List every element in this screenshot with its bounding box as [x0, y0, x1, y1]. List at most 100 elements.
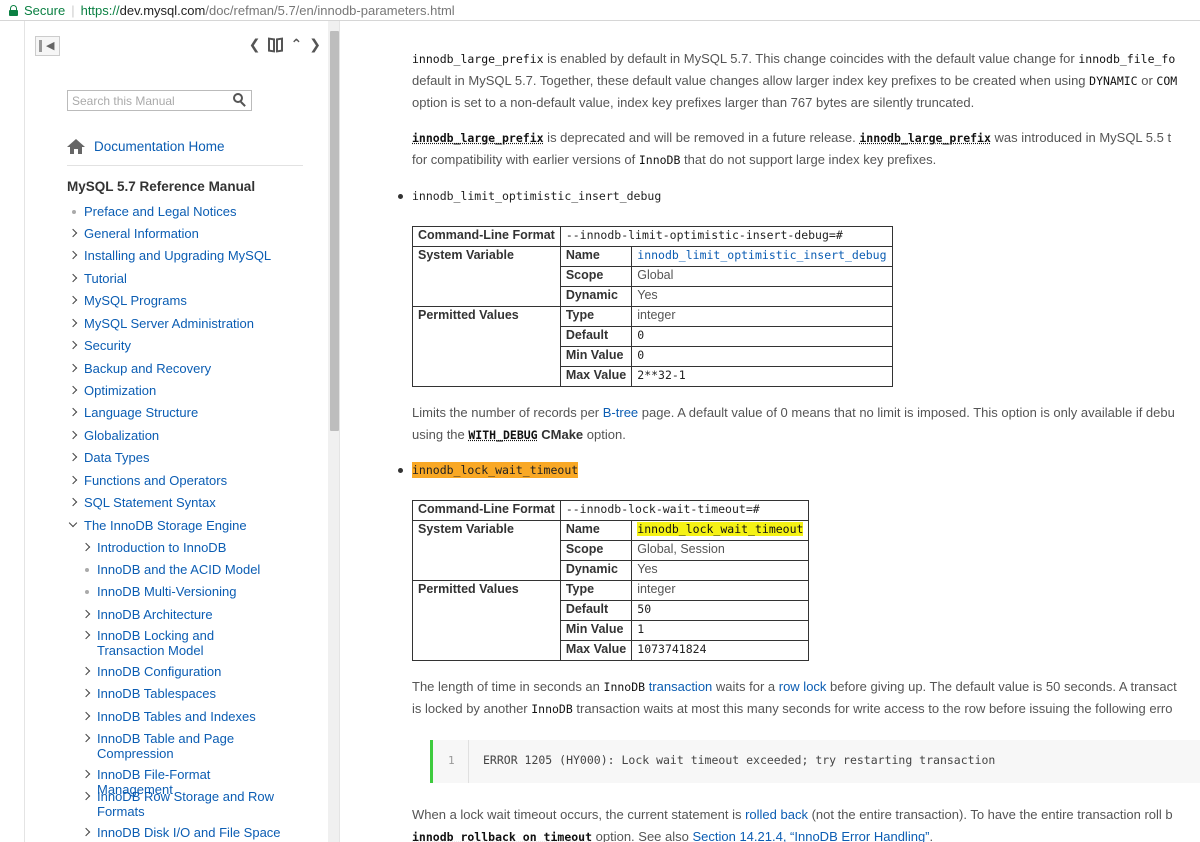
sidebar-item[interactable]: SQL Statement Syntax [68, 495, 319, 510]
paragraph-lock-wait-description: The length of time in seconds an InnoDB … [412, 676, 1200, 720]
table-cell: Permitted Values [412, 306, 561, 387]
table-cell: Dynamic [559, 286, 633, 307]
inline-code-link[interactable]: innodb_large_prefix [859, 131, 991, 145]
scrollbar-thumb[interactable] [330, 31, 339, 431]
sidebar-item[interactable]: Tutorial [68, 271, 319, 286]
text: waits for a [712, 679, 779, 694]
highlighted-text: innodb_lock_wait_timeout [412, 462, 579, 478]
nav-icons: ❮ ⌃ ❯ [249, 36, 321, 53]
sidebar-item[interactable]: InnoDB Configuration [69, 664, 319, 679]
home-icon [67, 139, 85, 154]
code-block: 1 ERROR 1205 (HY000): Lock wait timeout … [430, 740, 1200, 783]
sidebar-item[interactable]: InnoDB Table and Page Compression [69, 731, 319, 761]
rolled-back-link[interactable]: rolled back [745, 807, 808, 822]
table-cell: System Variable [412, 246, 561, 307]
prev-page-icon[interactable]: ❮ [249, 36, 261, 53]
sidebar-item-label: Preface and Legal Notices [84, 204, 237, 219]
secure-label: Secure [24, 2, 66, 18]
table-cell: Name [559, 520, 633, 541]
paragraph-large-prefix-deprecated: innodb_large_prefix is deprecated and wi… [412, 127, 1200, 171]
text: that do not support large index key pref… [680, 152, 937, 167]
text: option. [583, 427, 626, 442]
separator: | [71, 2, 75, 18]
sidebar-item[interactable]: General Information [68, 226, 319, 241]
table-cell: 0 [631, 346, 893, 367]
table-cell-link[interactable]: innodb_limit_optimistic_insert_debug [631, 246, 893, 267]
sidebar-item[interactable]: MySQL Programs [68, 293, 319, 308]
up-icon[interactable]: ⌃ [291, 36, 303, 53]
sidebar-item[interactable]: The InnoDB Storage Engine [68, 518, 319, 533]
sidebar-item[interactable]: InnoDB Multi-Versioning [69, 584, 319, 599]
inline-code-link[interactable]: innodb_rollback_on_timeout [412, 830, 592, 842]
inline-code: InnoDB [603, 680, 646, 694]
inline-code: innodb_large_prefix [412, 52, 544, 66]
main-content: innodb_large_prefix is enabled by defaul… [340, 21, 1200, 842]
sidebar-item[interactable]: Introduction to InnoDB [69, 540, 319, 555]
bullet [398, 468, 403, 473]
sidebar-item-label: Functions and Operators [84, 473, 228, 488]
sidebar-item[interactable]: Data Types [68, 450, 319, 465]
sidebar-item[interactable]: Optimization [68, 383, 319, 398]
table-cell-link[interactable]: innodb_lock_wait_timeout [631, 520, 810, 541]
sidebar-item[interactable]: Functions and Operators [68, 473, 319, 488]
documentation-home-label: Documentation Home [94, 139, 225, 154]
table-cell: 1073741824 [631, 640, 810, 661]
search-icon[interactable] [233, 93, 247, 107]
sidebar-item[interactable]: Security [68, 338, 319, 353]
table-cell: Global [631, 266, 893, 287]
sidebar-item[interactable]: Globalization [68, 428, 319, 443]
sidebar-item-label: MySQL Programs [84, 293, 187, 308]
table-cell: --innodb-lock-wait-timeout=# [559, 500, 810, 521]
sidebar-item[interactable]: Installing and Upgrading MySQL [68, 248, 319, 263]
table-cell: 2**32-1 [631, 366, 893, 387]
sidebar-item[interactable]: InnoDB Tablespaces [69, 686, 319, 701]
table-cell: Max Value [559, 640, 633, 661]
sidebar-scrollbar[interactable] [328, 21, 339, 842]
sidebar-item[interactable]: InnoDB and the ACID Model [69, 562, 319, 577]
sidebar-item-label: InnoDB Tables and Indexes [97, 709, 256, 724]
text: page. A default value of 0 means that no… [638, 405, 1175, 420]
table-cell: Default [559, 326, 633, 347]
sidebar-item[interactable]: InnoDB Row Storage and Row Formats [69, 789, 319, 819]
table-cell: 0 [631, 326, 893, 347]
sidebar-item-label: Backup and Recovery [84, 361, 212, 376]
transaction-link[interactable]: transaction [649, 679, 713, 694]
sidebar-item[interactable]: MySQL Server Administration [68, 316, 319, 331]
divider [67, 165, 303, 166]
gutter [468, 740, 469, 783]
documentation-home-link[interactable]: Documentation Home [67, 139, 225, 154]
table-cell: Permitted Values [412, 580, 561, 661]
lock-icon [9, 4, 18, 16]
error-handling-link[interactable]: Section 14.21.4, “InnoDB Error Handling” [692, 829, 929, 842]
inline-code: InnoDB [531, 702, 573, 716]
sidebar-item[interactable]: InnoDB Tables and Indexes [69, 709, 319, 724]
book-icon[interactable] [267, 37, 284, 52]
table-cell: 1 [631, 620, 810, 641]
sidebar-item[interactable]: InnoDB Disk I/O and File Space [69, 825, 319, 840]
table-cell: Name [559, 246, 633, 267]
arrow-left-icon: ◀ [46, 40, 55, 52]
sidebar-item[interactable]: Language Structure [68, 405, 319, 420]
b-tree-link[interactable]: B-tree [603, 405, 638, 420]
inline-code-link[interactable]: WITH_DEBUG [468, 428, 537, 442]
sidebar-item[interactable]: Backup and Recovery [68, 361, 319, 376]
sidebar-item-label: Installing and Upgrading MySQL [84, 248, 272, 263]
table-cell: Scope [559, 266, 633, 287]
collapse-sidebar-button[interactable]: ◀ [35, 36, 60, 56]
search-box [67, 90, 252, 111]
inline-code-link[interactable]: innodb_large_prefix [412, 131, 544, 145]
sidebar-item[interactable]: InnoDB Architecture [69, 607, 319, 622]
sidebar-item-label: Optimization [84, 383, 157, 398]
text: transaction waits at most this many seco… [572, 701, 1173, 716]
manual-title[interactable]: MySQL 5.7 Reference Manual [67, 179, 255, 194]
sidebar-item[interactable]: Preface and Legal Notices [69, 204, 319, 219]
search-input[interactable] [68, 91, 228, 110]
inline-code: DYNAMIC [1089, 74, 1138, 88]
inline-code: innodb_file_fo [1078, 52, 1176, 66]
next-page-icon[interactable]: ❯ [309, 36, 321, 53]
param-heading-limit-optimistic-insert-debug: innodb_limit_optimistic_insert_debug [412, 189, 662, 203]
sidebar-item-label: Language Structure [84, 405, 199, 420]
row-lock-link[interactable]: row lock [779, 679, 827, 694]
address-bar[interactable]: Secure | https:// dev.mysql.com /doc/ref… [0, 0, 1200, 21]
sidebar-item[interactable]: InnoDB Locking and Transaction Model [69, 628, 319, 658]
